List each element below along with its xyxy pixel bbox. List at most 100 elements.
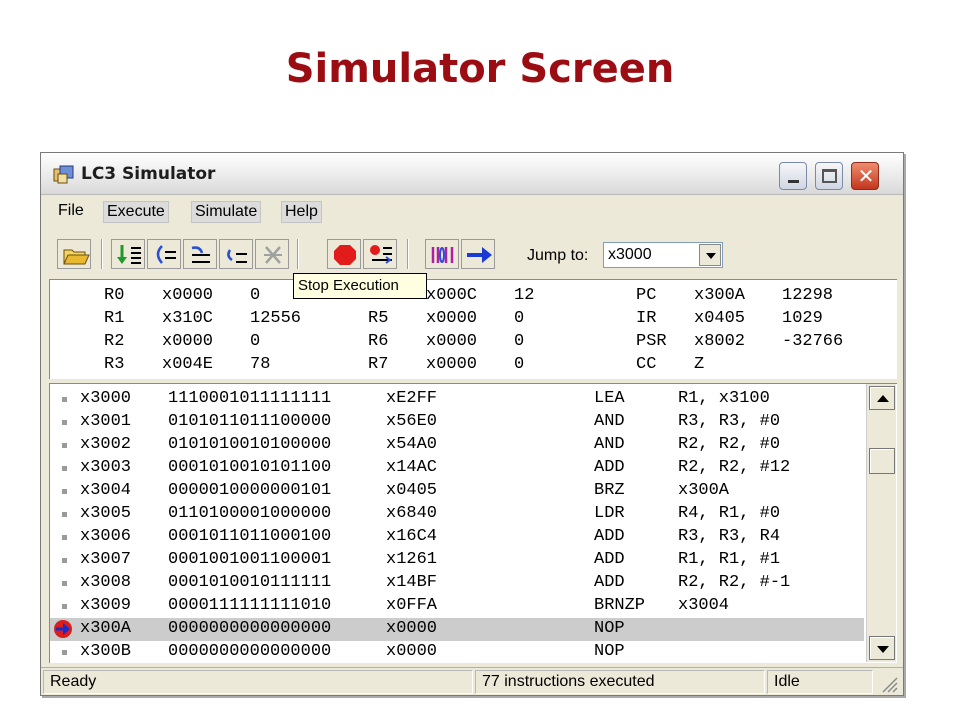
memory-bin: 0000010000000101 (168, 481, 332, 500)
memory-row[interactable]: x300B 0000000000000000 x0000 NOP (50, 641, 864, 664)
memory-hex: x6840 (386, 504, 438, 523)
memory-row[interactable]: x3008 0001010010111111 x14BF ADD R2, R2, #-1 (50, 572, 864, 595)
register-name: R2 (104, 332, 125, 351)
register-dec: 12 (514, 286, 535, 305)
scroll-down-button[interactable] (869, 636, 895, 660)
minimize-button[interactable] (779, 162, 807, 190)
clear-breakpoint-button[interactable] (255, 239, 289, 269)
simulator-window: LC3 Simulator ✕ File Execute Simulate He… (40, 152, 904, 696)
jump-arrow-icon (467, 247, 492, 263)
memory-args: x3004 (678, 596, 730, 615)
memory-bin: 0001010010111111 (168, 573, 332, 592)
memory-bin: 0101011011100000 (168, 412, 332, 431)
register-dec: 0 (250, 286, 261, 305)
pc-marker-icon (54, 620, 72, 638)
run-to-button[interactable] (219, 239, 253, 269)
step-out-icon (191, 246, 210, 263)
register-pane: R0x00000R4x000C12PCx300A12298R1x310C1255… (49, 279, 897, 379)
jump-to-value: x3000 (608, 246, 652, 263)
memory-row[interactable]: x3006 0001011011000100 x16C4 ADD R3, R3, R4 (50, 526, 864, 549)
menu-file[interactable]: File (55, 201, 87, 221)
breakpoint-slot-icon[interactable] (62, 558, 67, 563)
memory-button[interactable] (425, 239, 459, 269)
stop-icon (334, 245, 356, 265)
register-hex: x0000 (426, 309, 478, 328)
memory-op: ADD (594, 527, 625, 546)
memory-row[interactable]: x3009 0000111111111010 x0FFA BRNZP x3004 (50, 595, 864, 618)
open-folder-icon (63, 249, 90, 265)
scroll-up-button[interactable] (869, 386, 895, 410)
resize-grip-icon[interactable] (877, 672, 899, 694)
breakpoint-slot-icon[interactable] (62, 535, 67, 540)
breakpoint-slot-icon[interactable] (62, 650, 67, 655)
close-button[interactable]: ✕ (851, 162, 879, 190)
memory-bin: 1110001011111111 (168, 389, 332, 408)
memory-scrollbar[interactable] (866, 384, 896, 662)
step-out-button[interactable] (183, 239, 217, 269)
register-hex: x0000 (162, 332, 214, 351)
reset-button[interactable] (363, 239, 397, 269)
memory-op: ADD (594, 573, 625, 592)
open-button[interactable] (57, 239, 91, 269)
memory-row[interactable]: x3000 1110001011111111 xE2FF LEA R1, x3100 (50, 388, 864, 411)
memory-addr: x3000 (80, 389, 132, 408)
scroll-thumb[interactable] (869, 448, 895, 474)
memory-row[interactable]: x3005 0110100001000000 x6840 LDR R4, R1, #0 (50, 503, 864, 526)
memory-bin: 0000111111111010 (168, 596, 332, 615)
jump-button[interactable] (461, 239, 495, 269)
memory-row[interactable]: x3003 0001010010101100 x14AC ADD R2, R2, #12 (50, 457, 864, 480)
memory-row[interactable]: x3007 0001001001100001 x1261 ADD R1, R1, #1 (50, 549, 864, 572)
memory-op: LDR (594, 504, 625, 523)
register-dec: 0 (514, 309, 525, 328)
register-name: IR (636, 309, 657, 328)
breakpoint-slot-icon[interactable] (62, 489, 67, 494)
maximize-button[interactable] (815, 162, 843, 190)
breakpoint-slot-icon[interactable] (62, 604, 67, 609)
jump-to-select[interactable]: x3000 (603, 242, 723, 268)
stop-button[interactable] (327, 239, 361, 269)
menu-help[interactable]: Help (281, 201, 322, 223)
memory-addr: x3006 (80, 527, 132, 546)
register-name: R5 (368, 309, 389, 328)
memory-op: NOP (594, 642, 625, 661)
jump-to-dropdown-button[interactable] (699, 244, 721, 266)
register-name: R6 (368, 332, 389, 351)
step-over-button[interactable] (147, 239, 181, 269)
register-name: PC (636, 286, 657, 305)
register-hex: x0000 (426, 332, 478, 351)
arrow-up-icon (877, 395, 889, 402)
memory-hex: xE2FF (386, 389, 438, 408)
menu-execute[interactable]: Execute (103, 201, 169, 223)
memory-op: BRZ (594, 481, 625, 500)
memory-row[interactable]: x3002 0101010010100000 x54A0 AND R2, R2, #0 (50, 434, 864, 457)
memory-args: R2, R2, #12 (678, 458, 791, 477)
jump-to-label: Jump to: (527, 247, 589, 264)
menu-simulate[interactable]: Simulate (191, 201, 262, 223)
memory-bin: 0001001001100001 (168, 550, 332, 569)
breakpoint-slot-icon[interactable] (62, 397, 67, 402)
memory-addr: x3003 (80, 458, 132, 477)
memory-row[interactable]: x3004 0000010000000101 x0405 BRZ x300A (50, 480, 864, 503)
memory-row[interactable]: x300A 0000000000000000 x0000 NOP (50, 618, 864, 641)
memory-row[interactable]: x3001 0101011011100000 x56E0 AND R3, R3, #0 (50, 411, 864, 434)
memory-addr: x3009 (80, 596, 132, 615)
breakpoint-slot-icon[interactable] (62, 581, 67, 586)
breakpoint-slot-icon[interactable] (62, 443, 67, 448)
maximize-icon (822, 169, 837, 183)
register-name: R3 (104, 355, 125, 374)
register-dec: -32766 (782, 332, 844, 351)
chevron-down-icon (706, 253, 716, 259)
step-into-icon (117, 245, 141, 264)
minimize-icon (788, 180, 799, 183)
memory-bin: 0110100001000000 (168, 504, 332, 523)
title-bar[interactable]: LC3 Simulator ✕ (41, 153, 903, 195)
memory-addr: x3007 (80, 550, 132, 569)
register-dec: 0 (250, 332, 261, 351)
step-into-button[interactable] (111, 239, 145, 269)
memory-hex: x0FFA (386, 596, 438, 615)
breakpoint-slot-icon[interactable] (62, 420, 67, 425)
register-name: CC (636, 355, 657, 374)
breakpoint-slot-icon[interactable] (62, 512, 67, 517)
breakpoint-slot-icon[interactable] (62, 466, 67, 471)
menu-bar: File Execute Simulate Help (41, 197, 903, 225)
